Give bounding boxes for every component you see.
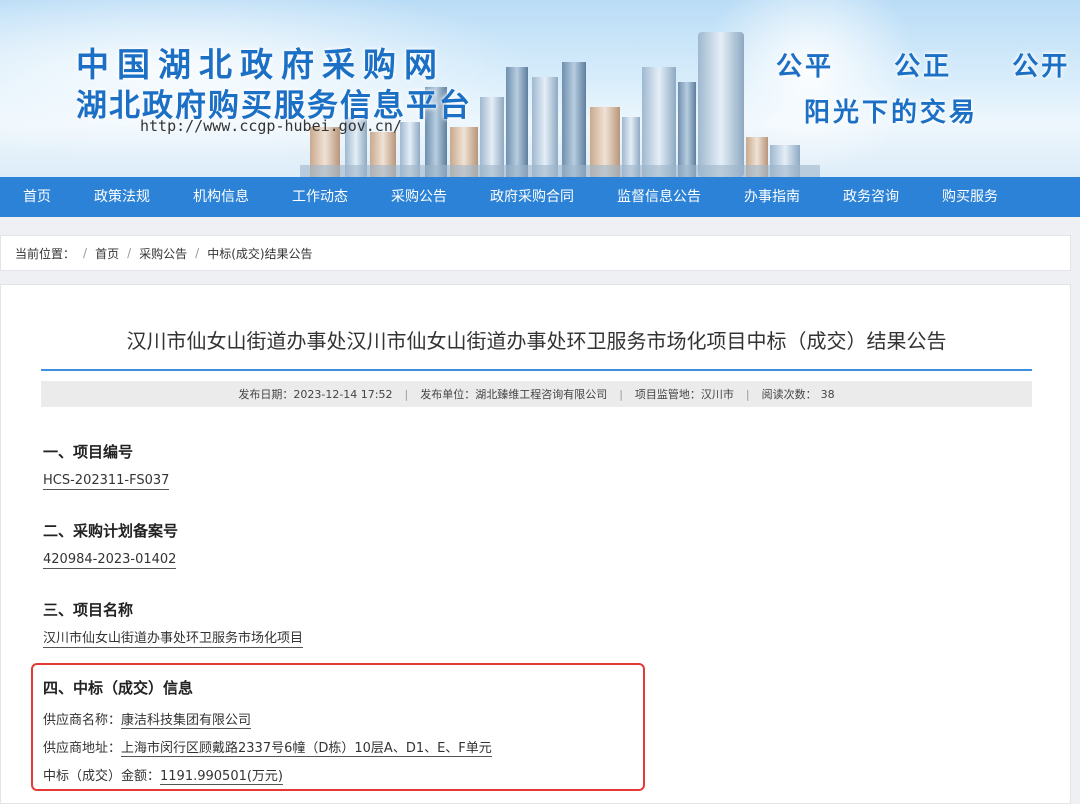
section-heading-project-number: 一、项目编号	[43, 443, 134, 461]
site-url: http://www.ccgp-hubei.gov.cn/	[140, 117, 402, 135]
site-title: 中国湖北政府采购网	[76, 45, 445, 84]
nav-item-policy[interactable]: 政策法规	[94, 177, 150, 217]
banner-slogan: 公平 公正 公开	[776, 52, 1071, 82]
nav-item-purchase-services[interactable]: 购买服务	[942, 177, 998, 217]
breadcrumb-home[interactable]: 首页	[95, 245, 119, 262]
breadcrumb-prefix: 当前位置：	[15, 246, 76, 261]
section-heading-project-name: 三、项目名称	[43, 601, 134, 619]
breadcrumb-separator: /	[127, 246, 132, 260]
banner-slogan-secondary: 阳光下的交易	[804, 98, 979, 128]
main-nav: 首页 政策法规 机构信息 工作动态 采购公告 政府采购合同 监督信息公告 办事指…	[0, 177, 1080, 217]
nav-item-home[interactable]: 首页	[23, 177, 51, 217]
supplier-address-label: 供应商地址：	[43, 741, 122, 756]
breadcrumb: 当前位置： / 首页 / 采购公告 / 中标(成交)结果公告	[0, 235, 1071, 271]
meta-separator: |	[619, 387, 623, 401]
breadcrumb-separator: /	[195, 246, 200, 260]
breadcrumb-procurement-notices[interactable]: 采购公告	[139, 245, 187, 262]
title-divider	[41, 369, 1032, 371]
meta-region-value: 汉川市	[700, 388, 734, 401]
article-title: 汉川市仙女山街道办事处汉川市仙女山街道办事处环卫服务市场化项目中标（成交）结果公…	[126, 329, 947, 353]
nav-item-news[interactable]: 工作动态	[292, 177, 348, 217]
meta-views-value: 38	[820, 387, 835, 401]
meta-separator: |	[745, 387, 750, 401]
meta-separator: |	[404, 387, 409, 401]
nav-item-supervision[interactable]: 监督信息公告	[617, 177, 701, 217]
nav-item-procurement-notices[interactable]: 采购公告	[391, 177, 447, 217]
supplier-address-row: 供应商地址：上海市闵行区顾戴路2337号6幢（D栋）10层A、D1、E、F单元	[43, 737, 492, 757]
meta-region-label: 项目监管地：	[634, 388, 701, 401]
supplier-name-row: 供应商名称：康洁科技集团有限公司	[43, 709, 252, 729]
breadcrumb-current[interactable]: 中标(成交)结果公告	[207, 245, 312, 262]
breadcrumb-separator: /	[83, 246, 88, 260]
article-meta-bar: 发布日期： 2023-12-14 17:52 | 发布单位： 湖北臻维工程咨询有…	[41, 381, 1032, 407]
nav-item-guide[interactable]: 办事指南	[744, 177, 800, 217]
project-name-value[interactable]: 汉川市仙女山街道办事处环卫服务市场化项目	[43, 630, 304, 648]
page-right-gutter	[1071, 271, 1080, 796]
section-heading-award-info: 四、中标（成交）信息	[43, 679, 194, 697]
section-heading-plan-number: 二、采购计划备案号	[43, 522, 179, 540]
meta-publisher-value: 湖北臻维工程咨询有限公司	[475, 388, 608, 401]
meta-date-value: 2023-12-14 17:52	[293, 387, 393, 401]
supplier-address-value[interactable]: 上海市闵行区顾戴路2337号6幢（D栋）10层A、D1、E、F单元	[121, 741, 492, 757]
project-number-value[interactable]: HCS-202311-FS037	[43, 472, 170, 490]
supplier-name-label: 供应商名称：	[43, 713, 122, 728]
nav-item-consulting[interactable]: 政务咨询	[843, 177, 899, 217]
meta-views-label: 阅读次数：	[761, 388, 817, 401]
site-banner: 中国湖北政府采购网 湖北政府购买服务信息平台 http://www.ccgp-h…	[0, 0, 1080, 177]
article-panel: 汉川市仙女山街道办事处汉川市仙女山街道办事处环卫服务市场化项目中标（成交）结果公…	[0, 284, 1071, 804]
award-amount-row: 中标（成交）金额：1191.990501(万元)	[43, 765, 284, 785]
nav-item-contracts[interactable]: 政府采购合同	[490, 177, 574, 217]
award-amount-value[interactable]: 1191.990501(万元)	[160, 769, 284, 785]
meta-date-label: 发布日期：	[238, 388, 294, 401]
meta-publisher-label: 发布单位：	[420, 388, 476, 401]
award-amount-label: 中标（成交）金额：	[43, 769, 161, 784]
supplier-name-value[interactable]: 康洁科技集团有限公司	[121, 713, 252, 729]
nav-item-agencies[interactable]: 机构信息	[193, 177, 249, 217]
plan-number-value[interactable]: 420984-2023-01402	[43, 551, 177, 569]
